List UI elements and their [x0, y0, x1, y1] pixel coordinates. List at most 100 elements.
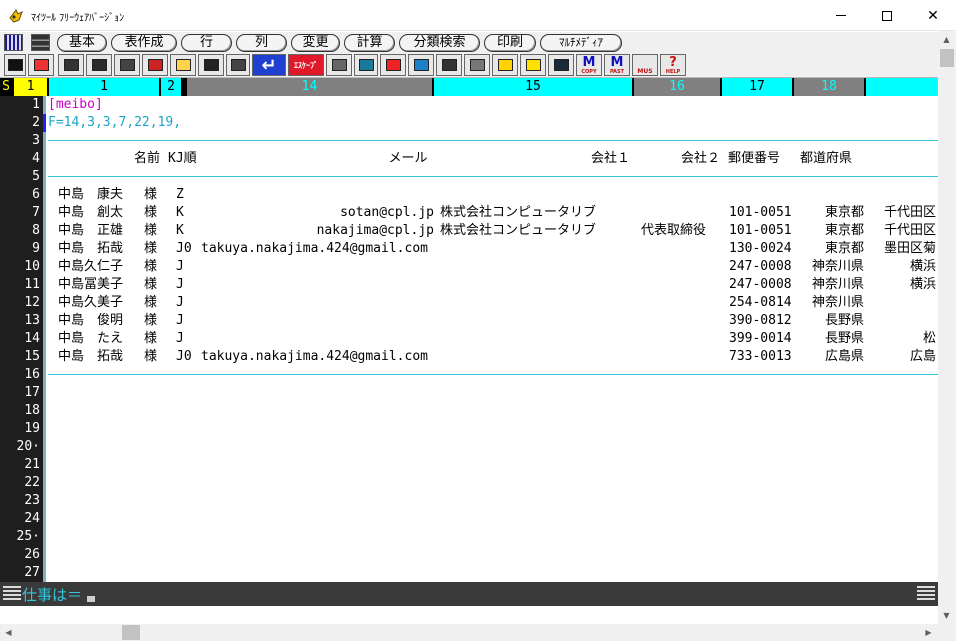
- vertical-scroll-thumb[interactable]: [940, 49, 954, 67]
- scroll-right-icon[interactable]: ▶: [920, 624, 937, 641]
- close-button[interactable]: ✕: [910, 0, 956, 31]
- menu-basic[interactable]: 基本: [57, 34, 107, 52]
- insert-button[interactable]: [380, 54, 406, 76]
- ruler-segment[interactable]: 15: [434, 78, 632, 96]
- ruler-segment[interactable]: 18: [794, 78, 864, 96]
- table-row[interactable]: 中島 拓哉 様 J0 takuya.nakajima.424@gmail.com 130…: [48, 240, 938, 258]
- menu-print[interactable]: 印刷: [484, 34, 536, 52]
- speaker-button[interactable]: [464, 54, 490, 76]
- grid-button[interactable]: [4, 54, 26, 76]
- gutter-marker: [43, 132, 46, 150]
- cell-name: 中島 正雄: [58, 223, 124, 238]
- horizontal-scroll-thumb[interactable]: [122, 625, 140, 640]
- table-header-row[interactable]: 名前 KJ順 メール 会社１ 会社２ 郵便番号 都道府県: [48, 150, 938, 168]
- ruler-segment[interactable]: S: [0, 78, 12, 96]
- gutter-marker: [43, 150, 46, 168]
- ruler-segment[interactable]: 14: [187, 78, 432, 96]
- cell-kj: J: [176, 331, 184, 346]
- table-row[interactable]: 中島久仁子 様 J 247-0008 神奈川県 横浜: [48, 258, 938, 276]
- command-input-cursor[interactable]: [87, 596, 95, 602]
- header-prefecture: 都道府県: [800, 151, 853, 166]
- scroll-left-icon[interactable]: ◀: [0, 624, 17, 641]
- cell-name: 中島 康夫: [58, 187, 124, 202]
- list-view-icon[interactable]: [4, 34, 23, 51]
- ruler-segment[interactable]: 16: [634, 78, 720, 96]
- mus-button[interactable]: MUS: [632, 54, 658, 76]
- m-past-button[interactable]: M PAST: [604, 54, 630, 76]
- table-button[interactable]: [354, 54, 378, 76]
- help-button[interactable]: ? HELP: [660, 54, 686, 76]
- line-number: 2: [32, 115, 40, 130]
- menu-search[interactable]: 分類検索: [399, 34, 480, 52]
- menu-multimedia[interactable]: ﾏﾙﾁﾒﾃﾞｨｱ: [540, 34, 622, 52]
- horizontal-scrollbar[interactable]: ◀ ▶: [0, 624, 956, 641]
- cell-email: takuya.nakajima.424@gmail.com: [201, 349, 428, 364]
- ruler-segment[interactable]: [866, 78, 938, 96]
- escape-button[interactable]: ｴｽｹｰﾌﾟ: [288, 54, 324, 76]
- table-row[interactable]: 中島冨美子 様 J 247-0008 神奈川県 横浜: [48, 276, 938, 294]
- menu-row[interactable]: 行: [181, 34, 232, 52]
- eraser-button[interactable]: [326, 54, 352, 76]
- help-label: HELP: [665, 69, 681, 75]
- color-button[interactable]: [28, 54, 54, 76]
- printer-button[interactable]: [198, 54, 224, 76]
- no-print-button[interactable]: [226, 54, 250, 76]
- menu-lines-icon[interactable]: [3, 586, 21, 600]
- cell-city: 横浜: [909, 277, 936, 292]
- maximize-button[interactable]: [864, 0, 910, 31]
- ruler-segment[interactable]: 17: [722, 78, 792, 96]
- cards-button[interactable]: [114, 54, 140, 76]
- split-view-icon[interactable]: [31, 34, 50, 51]
- printer-red-button[interactable]: [142, 54, 168, 76]
- gutter-marker: [43, 402, 46, 420]
- scroll-down-icon[interactable]: ▼: [938, 607, 955, 624]
- gutter-marker: [43, 168, 46, 186]
- menu-table[interactable]: 表作成: [111, 34, 177, 52]
- section-tag-line[interactable]: [meibo]: [48, 96, 938, 114]
- line-number: 6: [32, 187, 40, 202]
- copy-box-button[interactable]: [408, 54, 434, 76]
- line-number: 23: [24, 493, 40, 508]
- m-copy-button[interactable]: M COPY: [576, 54, 602, 76]
- floppy-button[interactable]: [170, 54, 196, 76]
- ruler-segment[interactable]: 2: [161, 78, 181, 96]
- cell-name: 中島久美子: [58, 295, 124, 310]
- table-row[interactable]: 中島 創太 様 Ksotan@cpl.jp 株式会社コンピュータリブ 101-0051 東…: [48, 204, 938, 222]
- ruler-segment[interactable]: 1: [49, 78, 159, 96]
- pencil-button[interactable]: [436, 54, 462, 76]
- table-row[interactable]: 中島 正雄 様 Knakajima@cpl.jp 株式会社コンピュータリブ 代表取締役 1…: [48, 222, 938, 240]
- cell-honorific: 様: [144, 205, 158, 220]
- notebook-button[interactable]: [520, 54, 546, 76]
- table-row[interactable]: 中島 拓哉 様 J0 takuya.nakajima.424@gmail.com 733…: [48, 348, 938, 366]
- gutter-marker: [43, 276, 46, 294]
- editor[interactable]: 1 2 3 4 5 6 7 8 9 10 11 12 13 14 15 16 17 18 19 20· 21 22 23 24…: [0, 96, 938, 582]
- cell-city: 松: [922, 331, 936, 346]
- screen-button[interactable]: [548, 54, 574, 76]
- pencil-icon: [441, 59, 457, 71]
- keyboard-button[interactable]: [58, 54, 84, 76]
- vertical-scrollbar[interactable]: ▲ ▼: [938, 31, 956, 624]
- menu-lines-right-icon[interactable]: [917, 586, 935, 600]
- scroll-up-icon[interactable]: ▲: [938, 31, 955, 48]
- escape-icon: ｴｽｹｰﾌﾟ: [294, 60, 318, 70]
- gutter-marker: [43, 240, 46, 258]
- format-line[interactable]: F=14,3,3,7,22,19,: [48, 114, 938, 132]
- table-row[interactable]: 中島 たえ 様 J 399-0014 長野県 松: [48, 330, 938, 348]
- ruler-segment[interactable]: 1: [14, 78, 47, 96]
- header-name: 名前: [133, 151, 160, 166]
- menu-calc[interactable]: 計算: [344, 34, 395, 52]
- enter-button[interactable]: ↵: [252, 54, 286, 76]
- minimize-button[interactable]: [818, 0, 864, 31]
- table-row[interactable]: 中島久美子 様 J 254-0814 神奈川県: [48, 294, 938, 312]
- table-row[interactable]: 中島 俊明 様 J 390-0812 長野県: [48, 312, 938, 330]
- table-row[interactable]: 中島 康夫 様 Z: [48, 186, 938, 204]
- line-number: 26: [24, 547, 40, 562]
- book-button[interactable]: [492, 54, 518, 76]
- cell-postal: 254-0814: [729, 295, 792, 310]
- window-button[interactable]: [86, 54, 112, 76]
- line-number: 7: [32, 205, 40, 220]
- menu-column[interactable]: 列: [236, 34, 287, 52]
- line-number: 14: [24, 331, 40, 346]
- menu-edit[interactable]: 変更: [291, 34, 340, 52]
- line-number: 3: [32, 133, 40, 148]
